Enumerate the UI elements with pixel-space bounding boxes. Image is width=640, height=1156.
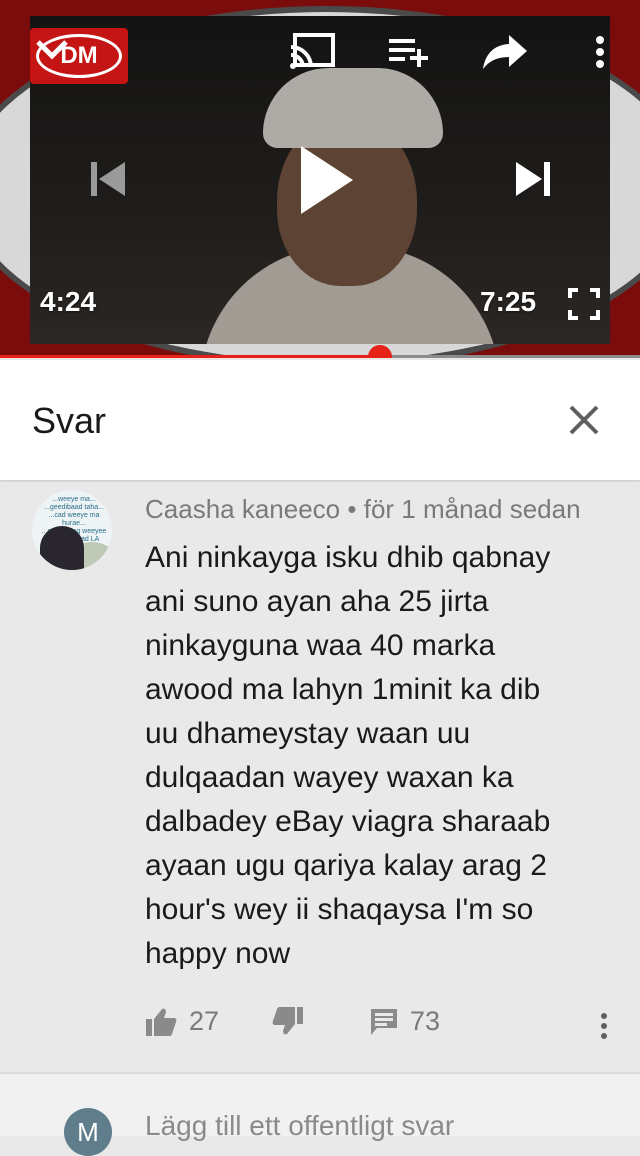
video-player[interactable]: DM 4:24 7:25: [0, 0, 640, 358]
more-vert-icon[interactable]: [588, 32, 612, 72]
user-avatar: M: [64, 1108, 112, 1156]
like-count: 27: [189, 1006, 220, 1036]
thumb-up-icon: [146, 1008, 177, 1036]
like-button[interactable]: 27: [145, 1006, 219, 1037]
comment-time: för 1 månad sedan: [363, 494, 581, 524]
fullscreen-icon[interactable]: [566, 286, 602, 322]
close-icon[interactable]: [560, 396, 608, 444]
comment-text: Ani ninkayga isku dhib qabnay ani suno a…: [145, 541, 551, 970]
share-icon[interactable]: [480, 30, 530, 72]
replies-title: Svar: [32, 400, 107, 441]
play-icon[interactable]: [296, 142, 356, 218]
comment-icon: [371, 1008, 397, 1035]
skip-next-icon[interactable]: [512, 158, 554, 200]
current-time: 4:24: [40, 286, 97, 317]
replies-header: Svar: [0, 360, 640, 480]
reply-count: 73: [410, 1006, 441, 1036]
comment-meta: Caasha kaneeco • för 1 månad sedan: [145, 494, 581, 525]
cast-icon[interactable]: [288, 32, 336, 72]
avatar[interactable]: ...weeye ma... ...geedibaad taha... ...c…: [32, 490, 112, 570]
comment-author[interactable]: Caasha kaneeco: [145, 494, 340, 524]
duration: 7:25: [480, 286, 537, 317]
seek-bar[interactable]: [0, 345, 640, 358]
reply-input[interactable]: Lägg till ett offentligt svar: [145, 1110, 615, 1150]
dislike-button[interactable]: [272, 1006, 304, 1036]
skip-previous-icon[interactable]: [88, 158, 128, 200]
add-to-playlist-icon[interactable]: [386, 34, 432, 70]
comment-more-icon[interactable]: [590, 1006, 618, 1046]
seek-bar-played: [0, 355, 380, 358]
avatar-figure: [40, 526, 84, 570]
reply-count-button[interactable]: 73: [370, 1006, 440, 1037]
chevron-down-icon[interactable]: [32, 30, 72, 70]
thumb-down-icon: [272, 1007, 303, 1035]
meta-separator: •: [347, 494, 357, 524]
